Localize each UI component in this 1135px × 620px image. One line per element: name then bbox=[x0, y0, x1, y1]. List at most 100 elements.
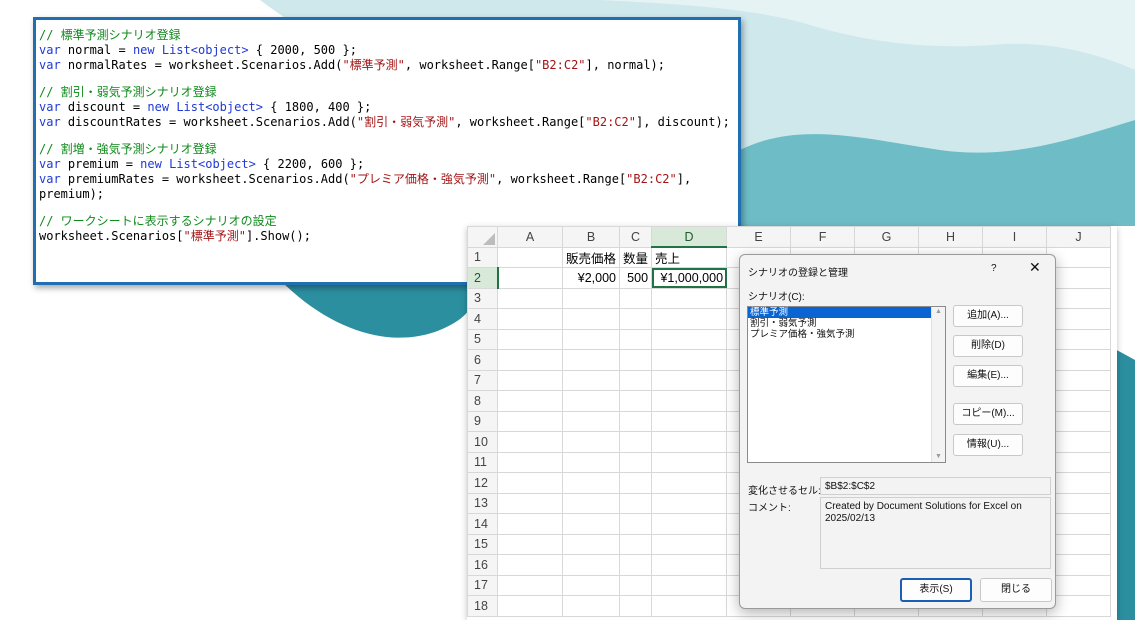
cell-d9[interactable] bbox=[651, 410, 728, 432]
cell-b14[interactable] bbox=[561, 513, 621, 535]
info-button[interactable]: 情報(U)... bbox=[953, 434, 1023, 456]
cell-c6[interactable] bbox=[619, 349, 653, 371]
cell-c8[interactable] bbox=[619, 390, 653, 412]
scenario-list[interactable]: ▲ ▼ 標準予測 割引・弱気予測 プレミア価格・強気予測 bbox=[747, 306, 946, 463]
row-header[interactable]: 13 bbox=[467, 492, 498, 514]
row-header[interactable]: 4 bbox=[467, 308, 498, 330]
cell-b3[interactable] bbox=[561, 287, 621, 309]
cell-b12[interactable] bbox=[561, 472, 621, 494]
scroll-down-icon[interactable]: ▼ bbox=[935, 453, 942, 460]
cell-a18[interactable] bbox=[497, 595, 563, 617]
cell-c11[interactable] bbox=[619, 451, 653, 473]
cell-d15[interactable] bbox=[651, 533, 728, 555]
column-header[interactable]: H bbox=[918, 226, 984, 248]
cell-b4[interactable] bbox=[561, 308, 621, 330]
cell-a5[interactable] bbox=[497, 328, 563, 350]
scenario-list-item[interactable]: 標準予測 bbox=[748, 307, 931, 318]
scenario-list-item[interactable]: 割引・弱気予測 bbox=[748, 318, 945, 329]
cell-d8[interactable] bbox=[651, 390, 728, 412]
cell-d4[interactable] bbox=[651, 308, 728, 330]
row-header[interactable]: 17 bbox=[467, 574, 498, 596]
help-icon[interactable]: ? bbox=[991, 263, 997, 274]
cell-a14[interactable] bbox=[497, 513, 563, 535]
cell-d13[interactable] bbox=[651, 492, 728, 514]
cell-c13[interactable] bbox=[619, 492, 653, 514]
column-header[interactable]: D bbox=[651, 226, 728, 248]
cell-b10[interactable] bbox=[561, 431, 621, 453]
cell-j5[interactable] bbox=[1046, 328, 1112, 350]
cell-a13[interactable] bbox=[497, 492, 563, 514]
row-header[interactable]: 7 bbox=[467, 369, 498, 391]
close-button[interactable]: 閉じる bbox=[980, 578, 1052, 602]
cell-c18[interactable] bbox=[619, 595, 653, 617]
column-header[interactable]: A bbox=[497, 226, 563, 248]
cell-b7[interactable] bbox=[561, 369, 621, 391]
list-scrollbar[interactable]: ▲ ▼ bbox=[931, 307, 945, 462]
row-header[interactable]: 5 bbox=[467, 328, 498, 350]
row-header[interactable]: 11 bbox=[467, 451, 498, 473]
scenario-list-item[interactable]: プレミア価格・強気予測 bbox=[748, 329, 945, 340]
cell-d10[interactable] bbox=[651, 431, 728, 453]
cell-j12[interactable] bbox=[1046, 472, 1112, 494]
row-header[interactable]: 8 bbox=[467, 390, 498, 412]
cell-d5[interactable] bbox=[651, 328, 728, 350]
row-header[interactable]: 1 bbox=[467, 246, 498, 268]
cell-a12[interactable] bbox=[497, 472, 563, 494]
cell-j14[interactable] bbox=[1046, 513, 1112, 535]
cell-j18[interactable] bbox=[1046, 595, 1112, 617]
cell-c2[interactable]: 500 bbox=[619, 267, 653, 289]
cell-d6[interactable] bbox=[651, 349, 728, 371]
cell-c12[interactable] bbox=[619, 472, 653, 494]
cell-b5[interactable] bbox=[561, 328, 621, 350]
row-header[interactable]: 2 bbox=[467, 267, 499, 289]
cell-j9[interactable] bbox=[1046, 410, 1112, 432]
cell-j16[interactable] bbox=[1046, 554, 1112, 576]
cell-a9[interactable] bbox=[497, 410, 563, 432]
cell-a8[interactable] bbox=[497, 390, 563, 412]
cell-b2[interactable]: ¥2,000 bbox=[561, 267, 621, 289]
cell-a15[interactable] bbox=[497, 533, 563, 555]
cell-c1[interactable]: 数量 bbox=[619, 246, 653, 268]
cell-a16[interactable] bbox=[497, 554, 563, 576]
edit-button[interactable]: 編集(E)... bbox=[953, 365, 1023, 387]
add-button[interactable]: 追加(A)... bbox=[953, 305, 1023, 327]
cell-j11[interactable] bbox=[1046, 451, 1112, 473]
column-header[interactable]: I bbox=[982, 226, 1048, 248]
cell-j4[interactable] bbox=[1046, 308, 1112, 330]
row-header[interactable]: 6 bbox=[467, 349, 498, 371]
cell-j10[interactable] bbox=[1046, 431, 1112, 453]
cell-d16[interactable] bbox=[651, 554, 728, 576]
row-header[interactable]: 16 bbox=[467, 554, 498, 576]
cell-b15[interactable] bbox=[561, 533, 621, 555]
column-header[interactable]: F bbox=[790, 226, 856, 248]
cell-a11[interactable] bbox=[497, 451, 563, 473]
cell-d3[interactable] bbox=[651, 287, 728, 309]
cell-c16[interactable] bbox=[619, 554, 653, 576]
cell-b13[interactable] bbox=[561, 492, 621, 514]
cell-a17[interactable] bbox=[497, 574, 563, 596]
cell-c9[interactable] bbox=[619, 410, 653, 432]
cell-b6[interactable] bbox=[561, 349, 621, 371]
cell-b8[interactable] bbox=[561, 390, 621, 412]
cell-a10[interactable] bbox=[497, 431, 563, 453]
cell-j8[interactable] bbox=[1046, 390, 1112, 412]
cell-j17[interactable] bbox=[1046, 574, 1112, 596]
cell-a7[interactable] bbox=[497, 369, 563, 391]
row-header[interactable]: 9 bbox=[467, 410, 498, 432]
cell-j7[interactable] bbox=[1046, 369, 1112, 391]
cell-b1[interactable]: 販売価格 bbox=[561, 246, 621, 268]
column-header[interactable]: J bbox=[1046, 226, 1112, 248]
cell-j3[interactable] bbox=[1046, 287, 1112, 309]
cell-d17[interactable] bbox=[651, 574, 728, 596]
column-header[interactable]: E bbox=[726, 226, 792, 248]
show-button[interactable]: 表示(S) bbox=[900, 578, 972, 602]
cell-a6[interactable] bbox=[497, 349, 563, 371]
cell-j6[interactable] bbox=[1046, 349, 1112, 371]
cell-d1[interactable]: 売上 bbox=[651, 246, 728, 268]
cell-d12[interactable] bbox=[651, 472, 728, 494]
cell-c17[interactable] bbox=[619, 574, 653, 596]
select-all-corner[interactable] bbox=[467, 226, 498, 248]
close-icon[interactable]: ✕ bbox=[1029, 259, 1041, 276]
cell-c10[interactable] bbox=[619, 431, 653, 453]
cell-j13[interactable] bbox=[1046, 492, 1112, 514]
